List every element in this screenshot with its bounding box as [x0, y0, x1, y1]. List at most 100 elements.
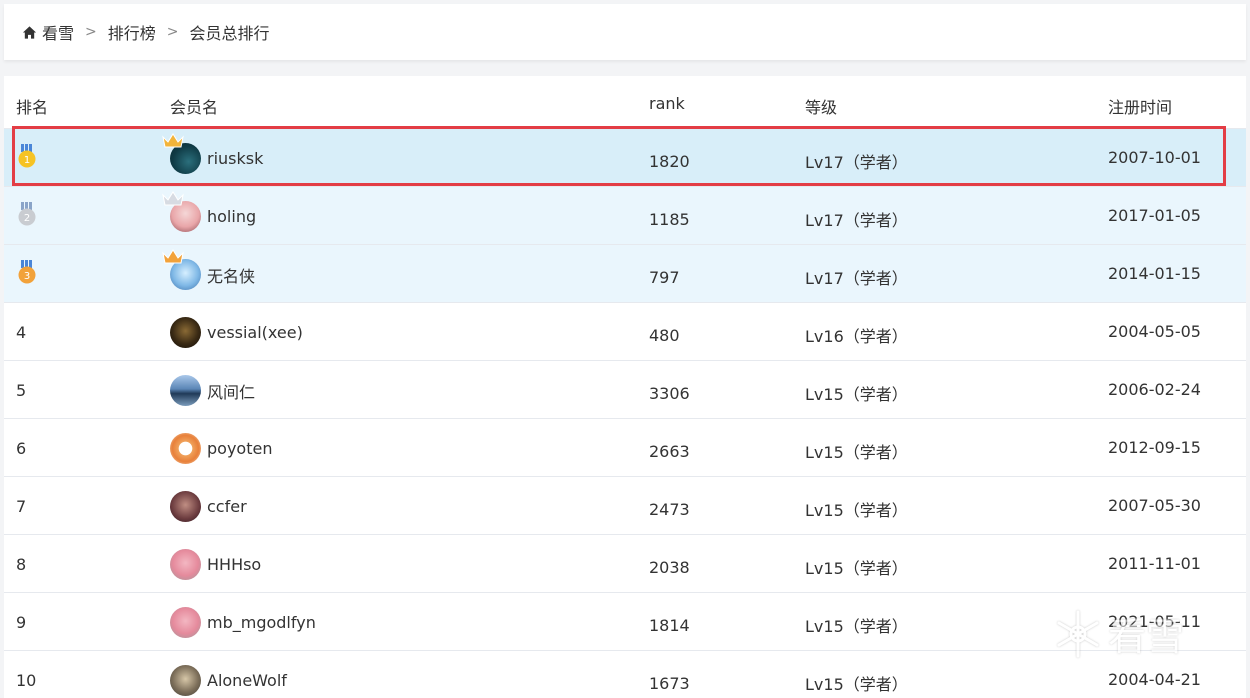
registered-date: 2006-02-24	[1108, 380, 1201, 399]
rank-number: 5	[16, 381, 26, 400]
registered-date: 2017-01-05	[1108, 206, 1201, 225]
member-cell: 风间仁	[170, 375, 255, 406]
header-member: 会员名	[170, 94, 218, 118]
member-name-link[interactable]: AloneWolf	[207, 671, 287, 690]
member-cell: 无名侠	[170, 259, 255, 290]
medal-number: 1	[24, 155, 30, 166]
score-value: 3306	[649, 384, 690, 403]
member-name-link[interactable]: mb_mgodlfyn	[207, 613, 316, 632]
table-row: 3 无名侠 797 Lv17（学者） 2014-01-15	[4, 244, 1246, 302]
breadcrumb-current: 会员总排行	[190, 20, 270, 44]
avatar[interactable]	[170, 201, 201, 232]
member-name-link[interactable]: 风间仁	[207, 379, 255, 403]
level-value: Lv15（学者）	[805, 555, 908, 579]
table-row: 4 vessial(xee) 480 Lv16（学者） 2004-05-05	[4, 302, 1246, 360]
member-cell: vessial(xee)	[170, 317, 303, 348]
level-value: Lv17（学者）	[805, 149, 908, 173]
member-name-link[interactable]: ccfer	[207, 497, 247, 516]
level-value: Lv16（学者）	[805, 323, 908, 347]
rank-medal: 3	[16, 261, 38, 285]
table-row: 8 HHHso 2038 Lv15（学者） 2011-11-01	[4, 534, 1246, 592]
table-header: 排名 会员名 rank 等级 注册时间	[4, 76, 1246, 128]
score-value: 2473	[649, 500, 690, 519]
score-value: 2663	[649, 442, 690, 461]
score-value: 2038	[649, 558, 690, 577]
breadcrumb-separator: >	[85, 24, 97, 40]
avatar[interactable]	[170, 375, 201, 406]
level-value: Lv15（学者）	[805, 439, 908, 463]
score-value: 480	[649, 326, 680, 345]
score-value: 1820	[649, 152, 690, 171]
breadcrumb-home-link[interactable]: 看雪	[22, 20, 74, 44]
medal-number: 3	[24, 271, 30, 282]
score-value: 1185	[649, 210, 690, 229]
avatar[interactable]	[170, 491, 201, 522]
table-row: 2 holing 1185 Lv17（学者） 2017-01-05	[4, 186, 1246, 244]
member-name-link[interactable]: riusksk	[207, 149, 263, 168]
breadcrumb-section-link[interactable]: 排行榜	[108, 20, 156, 44]
rank-medal: 1	[16, 145, 38, 169]
score-value: 1814	[649, 616, 690, 635]
rank-number: 4	[16, 323, 26, 342]
table-row: 6 poyoten 2663 Lv15（学者） 2012-09-15	[4, 418, 1246, 476]
member-cell: mb_mgodlfyn	[170, 607, 316, 638]
member-name-link[interactable]: HHHso	[207, 555, 261, 574]
breadcrumb-separator: >	[167, 24, 179, 40]
medal-number: 2	[24, 213, 30, 224]
registered-date: 2004-05-05	[1108, 322, 1201, 341]
rank-number: 6	[16, 439, 26, 458]
registered-date: 2007-05-30	[1108, 496, 1201, 515]
snowflake-logo-icon	[1052, 608, 1104, 660]
rank-number: 8	[16, 555, 26, 574]
rank-medal: 2	[16, 203, 38, 227]
rank-number: 9	[16, 613, 26, 632]
level-value: Lv15（学者）	[805, 671, 908, 695]
bronze-medal-icon: 3	[16, 259, 38, 285]
level-value: Lv17（学者）	[805, 265, 908, 289]
avatar[interactable]	[170, 143, 201, 174]
crown-icon	[162, 191, 184, 207]
level-value: Lv15（学者）	[805, 497, 908, 521]
silver-medal-icon: 2	[16, 201, 38, 227]
member-name-link[interactable]: poyoten	[207, 439, 272, 458]
avatar[interactable]	[170, 549, 201, 580]
level-value: Lv15（学者）	[805, 381, 908, 405]
registered-date: 2014-01-15	[1108, 264, 1201, 283]
member-name-link[interactable]: holing	[207, 207, 256, 226]
table-row: 7 ccfer 2473 Lv15（学者） 2007-05-30	[4, 476, 1246, 534]
member-name-link[interactable]: vessial(xee)	[207, 323, 303, 342]
breadcrumb: 看雪 > 排行榜 > 会员总排行	[4, 4, 1246, 60]
avatar[interactable]	[170, 607, 201, 638]
table-row: 5 风间仁 3306 Lv15（学者） 2006-02-24	[4, 360, 1246, 418]
header-rank: 排名	[16, 94, 48, 118]
registered-date: 2012-09-15	[1108, 438, 1201, 457]
member-cell: holing	[170, 201, 256, 232]
breadcrumb-home-label: 看雪	[42, 20, 74, 44]
member-cell: poyoten	[170, 433, 272, 464]
crown-icon	[162, 133, 184, 149]
level-value: Lv17（学者）	[805, 207, 908, 231]
member-cell: HHHso	[170, 549, 261, 580]
rank-number: 10	[16, 671, 36, 690]
member-cell: AloneWolf	[170, 665, 287, 696]
ranking-table: 排名 会员名 rank 等级 注册时间 1 riusksk 1820 Lv17（学者）…	[4, 76, 1246, 698]
avatar[interactable]	[170, 433, 201, 464]
table-row: 1riusksk1820Lv17（学者）2007-10-01	[4, 128, 1246, 186]
avatar[interactable]	[170, 317, 201, 348]
level-value: Lv15（学者）	[805, 613, 908, 637]
score-value: 797	[649, 268, 680, 287]
avatar[interactable]	[170, 259, 201, 290]
member-cell: riusksk	[170, 143, 263, 174]
registered-date: 2011-11-01	[1108, 554, 1201, 573]
score-value: 1673	[649, 674, 690, 693]
watermark-text: 看雪	[1108, 606, 1184, 661]
home-icon	[22, 25, 37, 40]
member-name-link[interactable]: 无名侠	[207, 263, 255, 287]
header-level: 等级	[805, 94, 837, 118]
rank-number: 7	[16, 497, 26, 516]
watermark: 看雪	[1052, 606, 1184, 661]
crown-icon	[162, 249, 184, 265]
avatar[interactable]	[170, 665, 201, 696]
member-cell: ccfer	[170, 491, 247, 522]
header-score: rank	[649, 94, 685, 113]
